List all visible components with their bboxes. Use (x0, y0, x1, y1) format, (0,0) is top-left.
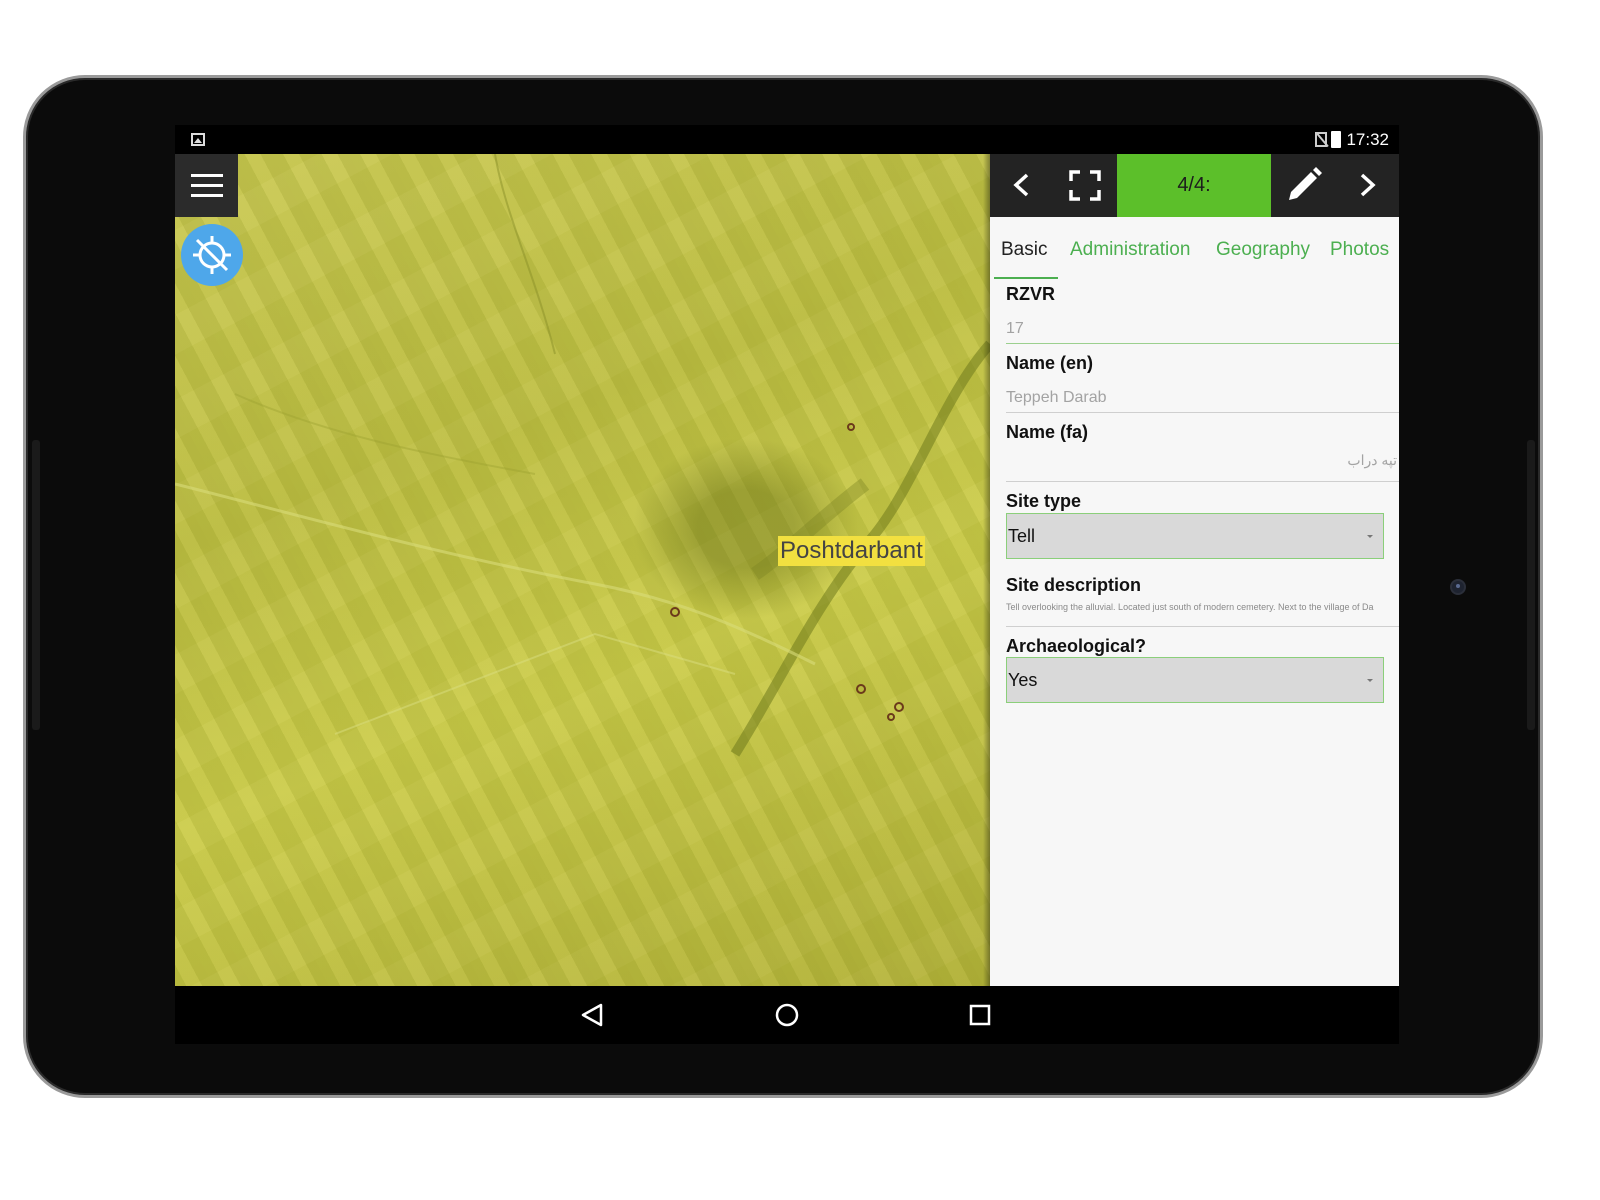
dropdown-caret-icon (1367, 679, 1373, 682)
rzvr-field[interactable]: 17 (1006, 320, 1024, 338)
site-detail-panel: 4/4: Basic Administration Geography Phot… (990, 154, 1399, 986)
archaeological-value: Yes (1008, 670, 1038, 690)
pencil-icon (1289, 167, 1322, 200)
archaeological-select[interactable]: Yes (1006, 657, 1384, 703)
detail-tabs: Basic Administration Geography Photos (990, 217, 1399, 279)
fullscreen-button[interactable] (1053, 154, 1117, 217)
chevron-right-icon (1360, 173, 1376, 197)
tablet-side-button-left (32, 440, 40, 730)
status-time: 17:32 (1346, 130, 1389, 149)
tab-basic[interactable]: Basic (1001, 239, 1047, 261)
location-toggle-button[interactable] (181, 224, 243, 286)
front-camera (1452, 581, 1464, 593)
fullscreen-icon (1069, 170, 1101, 201)
status-bar: 17:32 (175, 125, 1399, 154)
map-terrain (175, 154, 990, 757)
location-disabled-icon (193, 236, 231, 274)
dropdown-caret-icon (1367, 535, 1373, 538)
archaeological-label: Archaeological? (1006, 636, 1147, 656)
site-description-label: Site description (1006, 575, 1142, 595)
satellite-map[interactable]: Poshtdarbant (175, 154, 990, 986)
tab-photos[interactable]: Photos (1330, 239, 1389, 261)
name-en-underline (1006, 412, 1399, 413)
rzvr-underline (1006, 343, 1399, 344)
site-description-underline (1006, 626, 1399, 627)
active-tab-indicator (994, 277, 1058, 279)
edit-button[interactable] (1271, 154, 1335, 217)
home-button[interactable] (757, 986, 817, 1044)
image-icon (191, 133, 205, 146)
detail-toolbar: 4/4: (990, 154, 1399, 217)
rzvr-label: RZVR (1006, 284, 1055, 304)
name-en-field[interactable]: Teppeh Darab (1006, 389, 1107, 407)
site-type-label: Site type (1006, 491, 1082, 511)
hamburger-menu-button[interactable] (175, 154, 238, 217)
name-fa-underline (1006, 481, 1399, 482)
site-type-value: Tell (1008, 526, 1036, 546)
recents-button[interactable] (950, 986, 1010, 1044)
navigation-bar (175, 986, 1399, 1044)
no-sim-icon (1315, 132, 1327, 147)
previous-button[interactable] (990, 154, 1053, 217)
tab-administration[interactable]: Administration (1070, 239, 1190, 261)
panel-shadow (983, 154, 990, 986)
name-fa-field[interactable]: تپه دراب (1347, 452, 1397, 469)
home-circle-icon (775, 1003, 799, 1027)
map-place-label[interactable]: Poshtdarbant (778, 536, 925, 566)
chevron-left-icon (1013, 173, 1029, 197)
tablet-side-button-right (1527, 440, 1535, 730)
recents-square-icon (969, 1004, 991, 1026)
record-counter: 4/4: (1117, 154, 1271, 217)
battery-charging-icon (1331, 131, 1341, 148)
back-button[interactable] (563, 986, 623, 1044)
site-description-field[interactable]: Tell overlooking the alluvial. Located j… (1006, 602, 1374, 612)
tab-geography[interactable]: Geography (1216, 239, 1310, 261)
next-button[interactable] (1335, 154, 1399, 217)
name-fa-label: Name (fa) (1006, 422, 1089, 442)
name-en-label: Name (en) (1006, 353, 1094, 373)
site-type-select[interactable]: Tell (1006, 513, 1384, 559)
back-triangle-icon (581, 1003, 603, 1027)
device-screen: 17:32 Poshtdarbant 4/4: Basic Administra… (175, 125, 1399, 1044)
